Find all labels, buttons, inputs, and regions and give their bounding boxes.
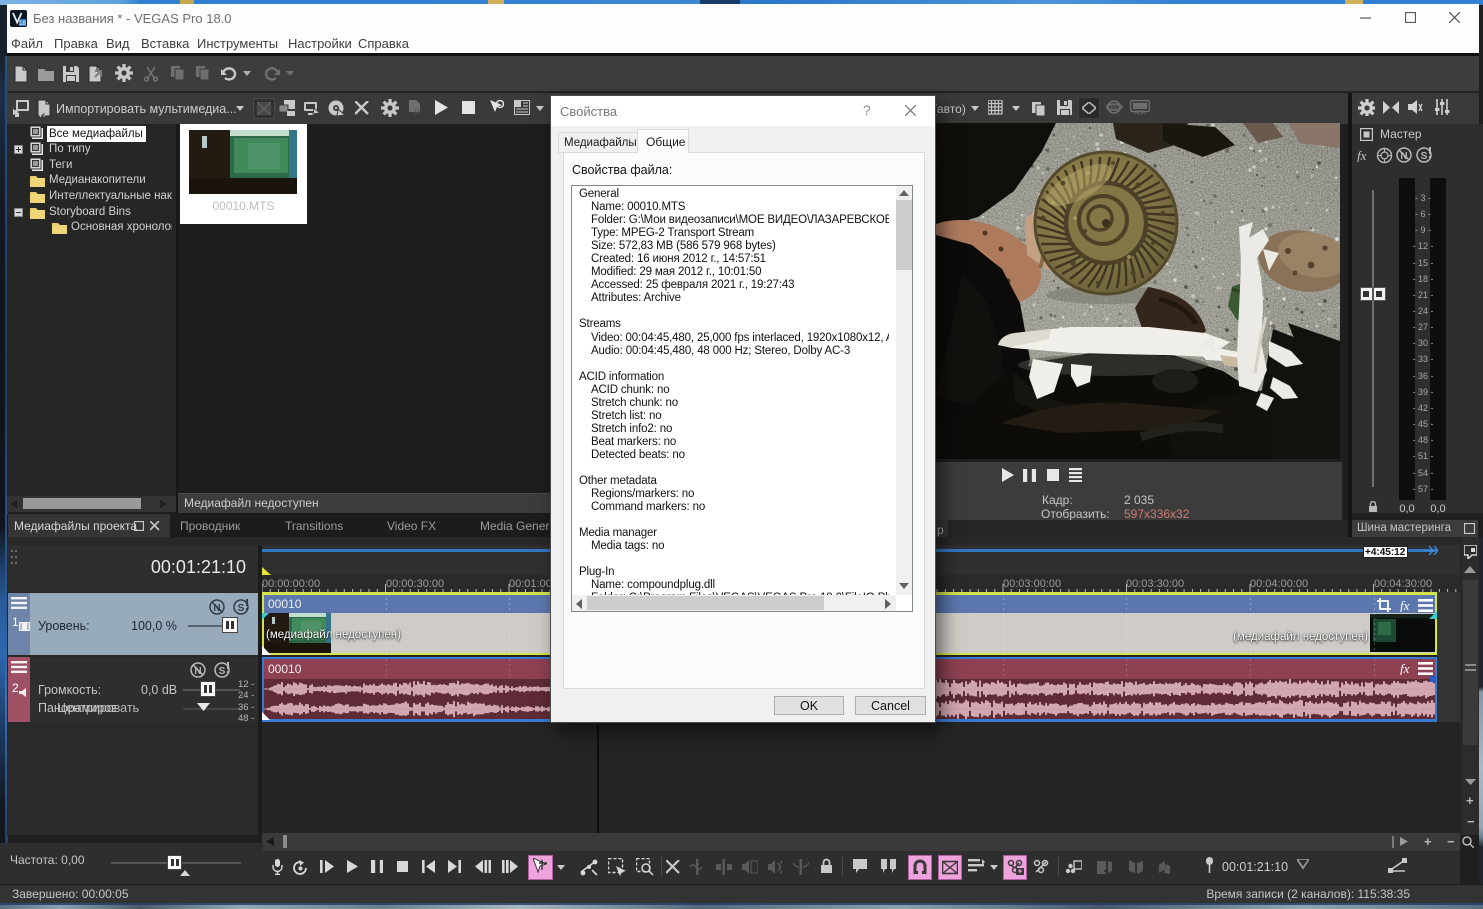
svg-text:S: S <box>219 666 226 677</box>
svg-text:fx: fx <box>1357 148 1367 162</box>
svg-text:fx: fx <box>1400 599 1410 612</box>
svg-text:HDR: HDR <box>1135 111 1146 116</box>
svg-text:18: 18 <box>19 21 26 27</box>
svg-text:S: S <box>238 603 245 614</box>
svg-text:fx: fx <box>1400 662 1410 675</box>
svg-text:fx: fx <box>414 106 421 116</box>
svg-text:S: S <box>1421 151 1428 162</box>
svg-text:360: 360 <box>1109 106 1120 112</box>
